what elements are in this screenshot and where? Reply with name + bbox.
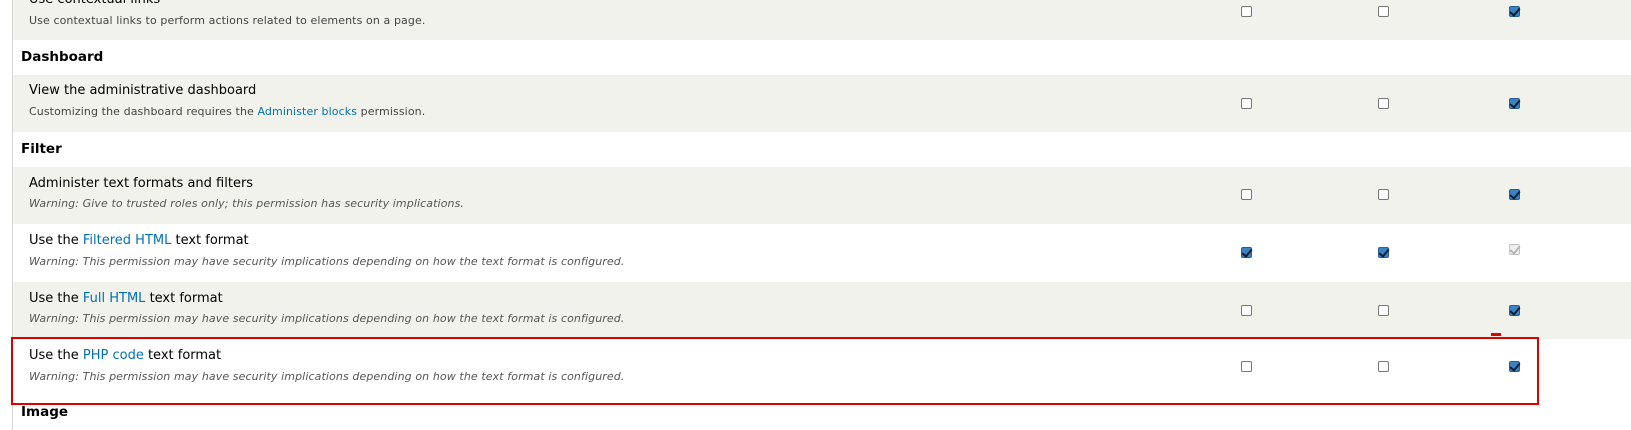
checkbox-administrator[interactable] xyxy=(1509,305,1520,316)
permission-title: Administer text formats and filters xyxy=(29,176,254,191)
checkbox-administrator[interactable] xyxy=(1509,98,1520,109)
section-header-filter: Filter xyxy=(13,132,1631,167)
administer-blocks-link[interactable]: Administer blocks xyxy=(258,105,358,118)
section-title: Dashboard xyxy=(21,49,104,65)
checkbox-anonymous-user[interactable] xyxy=(1241,247,1252,258)
left-frame-border xyxy=(0,0,13,430)
checkbox-administrator-disabled xyxy=(1509,244,1520,255)
description-text: Customizing the dashboard requires the xyxy=(29,105,258,118)
permission-description: Use contextual links to perform actions … xyxy=(29,14,426,27)
title-text: text format xyxy=(145,291,223,306)
checkbox-anonymous-user[interactable] xyxy=(1241,305,1252,316)
section-header-image: Image xyxy=(13,403,1631,430)
permission-warning: Warning: This permission may have securi… xyxy=(29,312,625,325)
checkbox-authenticated-user[interactable] xyxy=(1378,361,1389,372)
permission-title: View the administrative dashboard xyxy=(29,83,257,98)
checkbox-anonymous-user[interactable] xyxy=(1241,189,1252,200)
permissions-table: Use contextual links Use contextual link… xyxy=(13,0,1631,430)
checkbox-administrator[interactable] xyxy=(1509,361,1520,372)
permission-row-filtered-html: Use the Filtered HTML text format Warnin… xyxy=(13,224,1631,282)
title-text: text format xyxy=(143,348,222,363)
permission-warning: Warning: Give to trusted roles only; thi… xyxy=(29,197,465,210)
full-html-link[interactable]: Full HTML xyxy=(83,291,146,306)
permission-title: Use the PHP code text format xyxy=(29,348,221,364)
permission-row-full-html: Use the Full HTML text format Warning: T… xyxy=(13,282,1631,339)
description-text: permission. xyxy=(357,105,426,118)
highlight-marker xyxy=(1491,333,1501,336)
checkbox-authenticated-user[interactable] xyxy=(1378,98,1389,109)
permission-warning: Warning: This permission may have securi… xyxy=(29,255,625,268)
permission-title: Use the Filtered HTML text format xyxy=(29,233,249,249)
permission-description: Customizing the dashboard requires the A… xyxy=(29,105,425,119)
permission-title: Use the Full HTML text format xyxy=(29,291,223,307)
checkbox-authenticated-user[interactable] xyxy=(1378,247,1389,258)
permission-row-view-dashboard: View the administrative dashboard Custom… xyxy=(13,75,1631,132)
checkbox-anonymous-user[interactable] xyxy=(1241,6,1252,17)
title-text: Use the xyxy=(29,233,83,248)
checkbox-anonymous-user[interactable] xyxy=(1241,98,1252,109)
title-text: text format xyxy=(171,233,249,248)
checkbox-authenticated-user[interactable] xyxy=(1378,189,1389,200)
permission-row-administer-text-formats: Administer text formats and filters Warn… xyxy=(13,167,1631,224)
title-text: Use the xyxy=(29,291,83,306)
checkbox-administrator[interactable] xyxy=(1509,6,1520,17)
checkbox-authenticated-user[interactable] xyxy=(1378,6,1389,17)
permission-row-use-contextual-links: Use contextual links Use contextual link… xyxy=(13,0,1631,40)
section-title: Image xyxy=(21,404,69,420)
checkbox-anonymous-user[interactable] xyxy=(1241,361,1252,372)
checkbox-authenticated-user[interactable] xyxy=(1378,305,1389,316)
permission-row-php-code: Use the PHP code text format Warning: Th… xyxy=(13,339,1631,403)
title-text: Use the xyxy=(29,348,83,363)
php-code-link[interactable]: PHP code xyxy=(83,348,144,363)
section-header-dashboard: Dashboard xyxy=(13,40,1631,75)
filtered-html-link[interactable]: Filtered HTML xyxy=(83,233,171,248)
checkbox-administrator[interactable] xyxy=(1509,189,1520,200)
permission-title: Use contextual links xyxy=(29,0,160,8)
section-title: Filter xyxy=(21,141,62,157)
permission-warning: Warning: This permission may have securi… xyxy=(29,370,625,383)
